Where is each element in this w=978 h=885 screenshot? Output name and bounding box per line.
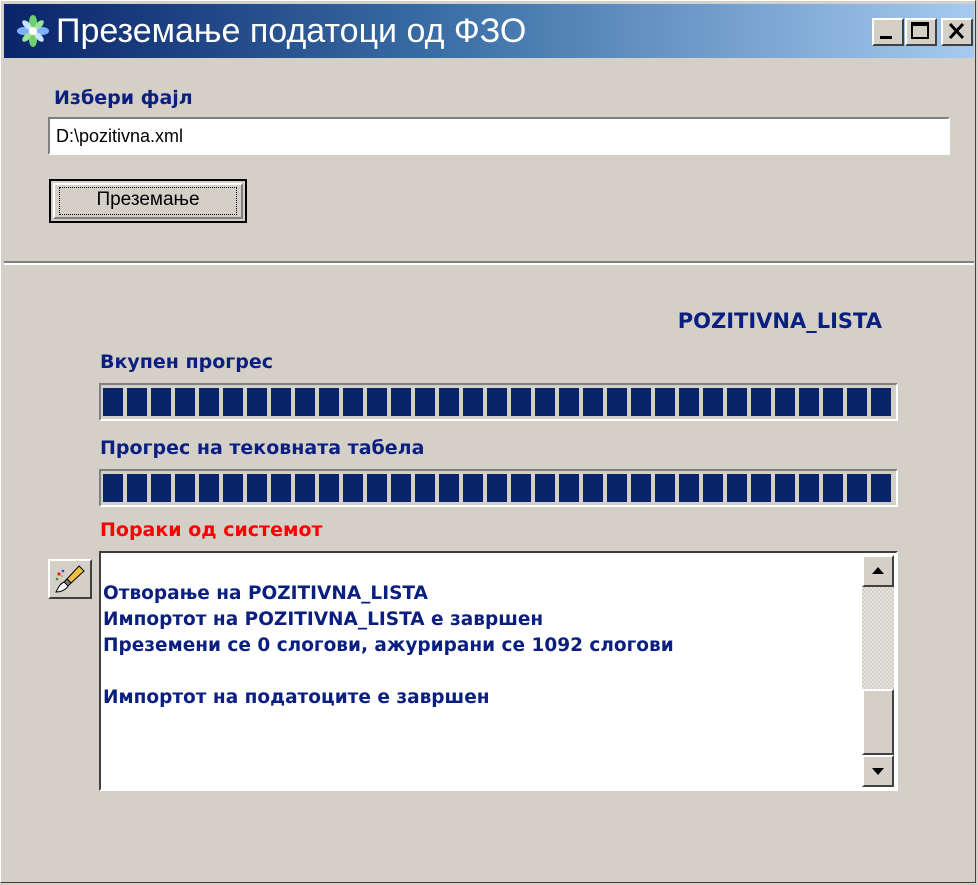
minimize-icon — [880, 36, 892, 39]
clear-messages-button[interactable] — [48, 559, 92, 599]
table-progress-label: Прогрес на тековната табела — [100, 437, 425, 459]
message-line: Преземени се 0 слогови, ажурирани се 109… — [103, 635, 674, 656]
minimize-button[interactable] — [872, 18, 904, 46]
close-button[interactable] — [941, 18, 973, 46]
scroll-thumb[interactable] — [862, 689, 894, 755]
file-selection-panel: Избери фајл Преземање — [4, 61, 974, 261]
message-line — [103, 659, 861, 685]
system-messages-label: Пораки од системот — [100, 519, 323, 541]
close-icon — [948, 22, 965, 40]
table-progress-fill — [103, 474, 894, 502]
messages-scrollbar[interactable] — [862, 555, 894, 787]
system-messages-box[interactable]: Отворање на POZITIVNA_LISTA Импортот на … — [99, 551, 898, 791]
message-line: Отворање на POZITIVNA_LISTA — [103, 583, 428, 604]
file-select-label: Избери фајл — [54, 87, 193, 109]
maximize-icon — [911, 22, 929, 39]
message-line: Импортот на податоците е завршен — [103, 687, 490, 708]
progress-panel: POZITIVNA_LISTA Вкупен прогрес Прогрес н… — [4, 265, 974, 880]
window-title: Преземање податоци од ФЗО — [56, 12, 527, 50]
title-bar[interactable]: Преземање податоци од ФЗО — [4, 4, 974, 58]
import-button-label: Преземање — [96, 189, 200, 210]
overall-progress-fill — [103, 388, 894, 416]
maximize-button[interactable] — [905, 18, 937, 46]
message-line: Импортот на POZITIVNA_LISTA е завршен — [103, 609, 544, 630]
eraser-brush-icon — [55, 565, 85, 593]
arrow-up-icon — [872, 567, 884, 574]
import-button[interactable]: Преземање — [49, 179, 247, 223]
arrow-down-icon — [872, 768, 884, 775]
overall-progress-bar — [99, 383, 898, 421]
app-flower-icon — [17, 15, 49, 47]
scroll-up-button[interactable] — [862, 555, 894, 587]
current-table-name: POZITIVNA_LISTA — [677, 309, 882, 333]
table-progress-bar — [99, 469, 898, 507]
overall-progress-label: Вкупен прогрес — [100, 351, 273, 373]
main-window: Преземање податоци од ФЗО Избери фајл Пр… — [0, 0, 976, 883]
scroll-down-button[interactable] — [862, 755, 894, 787]
messages-list: Отворање на POZITIVNA_LISTA Импортот на … — [103, 581, 861, 711]
file-path-input[interactable] — [48, 117, 950, 155]
